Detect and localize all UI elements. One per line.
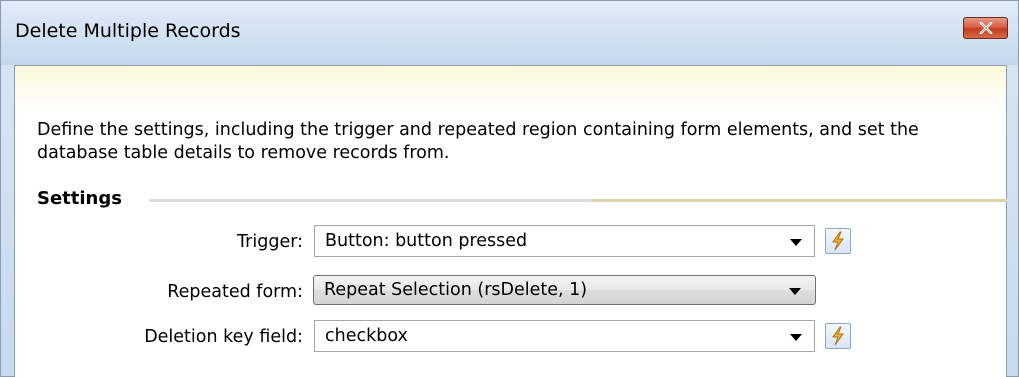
repeated-form-label: Repeated form: xyxy=(167,282,303,302)
deletion-key-field-label: Deletion key field: xyxy=(144,327,303,347)
section-divider-accent xyxy=(591,199,1007,202)
trigger-select[interactable]: Button: button pressed xyxy=(314,225,815,257)
lightning-bolt-icon xyxy=(832,326,844,346)
window-title: Delete Multiple Records xyxy=(15,20,241,42)
close-icon xyxy=(979,22,992,34)
section-title: Settings xyxy=(37,188,122,209)
dialog-content: Define the settings, including the trigg… xyxy=(14,65,1007,377)
settings-section-header: Settings xyxy=(37,188,1007,210)
deletion-key-field-value: checkbox xyxy=(325,326,408,346)
deletion-key-dynamic-data-button[interactable] xyxy=(825,323,851,349)
trigger-value: Button: button pressed xyxy=(325,231,528,251)
description-text: Define the settings, including the trigg… xyxy=(37,120,919,163)
lightning-bolt-icon xyxy=(832,231,844,251)
header-banner xyxy=(15,66,1006,110)
trigger-dynamic-data-button[interactable] xyxy=(825,228,851,254)
repeated-form-select[interactable]: Repeat Selection (rsDelete, 1) xyxy=(313,275,816,305)
chevron-down-icon xyxy=(790,239,802,246)
repeated-form-value: Repeat Selection (rsDelete, 1) xyxy=(324,280,588,300)
chevron-down-icon xyxy=(790,334,802,341)
trigger-label: Trigger: xyxy=(237,232,303,252)
chevron-down-icon xyxy=(789,288,801,295)
deletion-key-field-select[interactable]: checkbox xyxy=(314,320,815,352)
close-button[interactable] xyxy=(963,17,1008,39)
dialog-window: Delete Multiple Records Define the setti… xyxy=(0,0,1019,377)
title-bar[interactable]: Delete Multiple Records xyxy=(1,1,1018,65)
section-divider xyxy=(149,199,591,202)
